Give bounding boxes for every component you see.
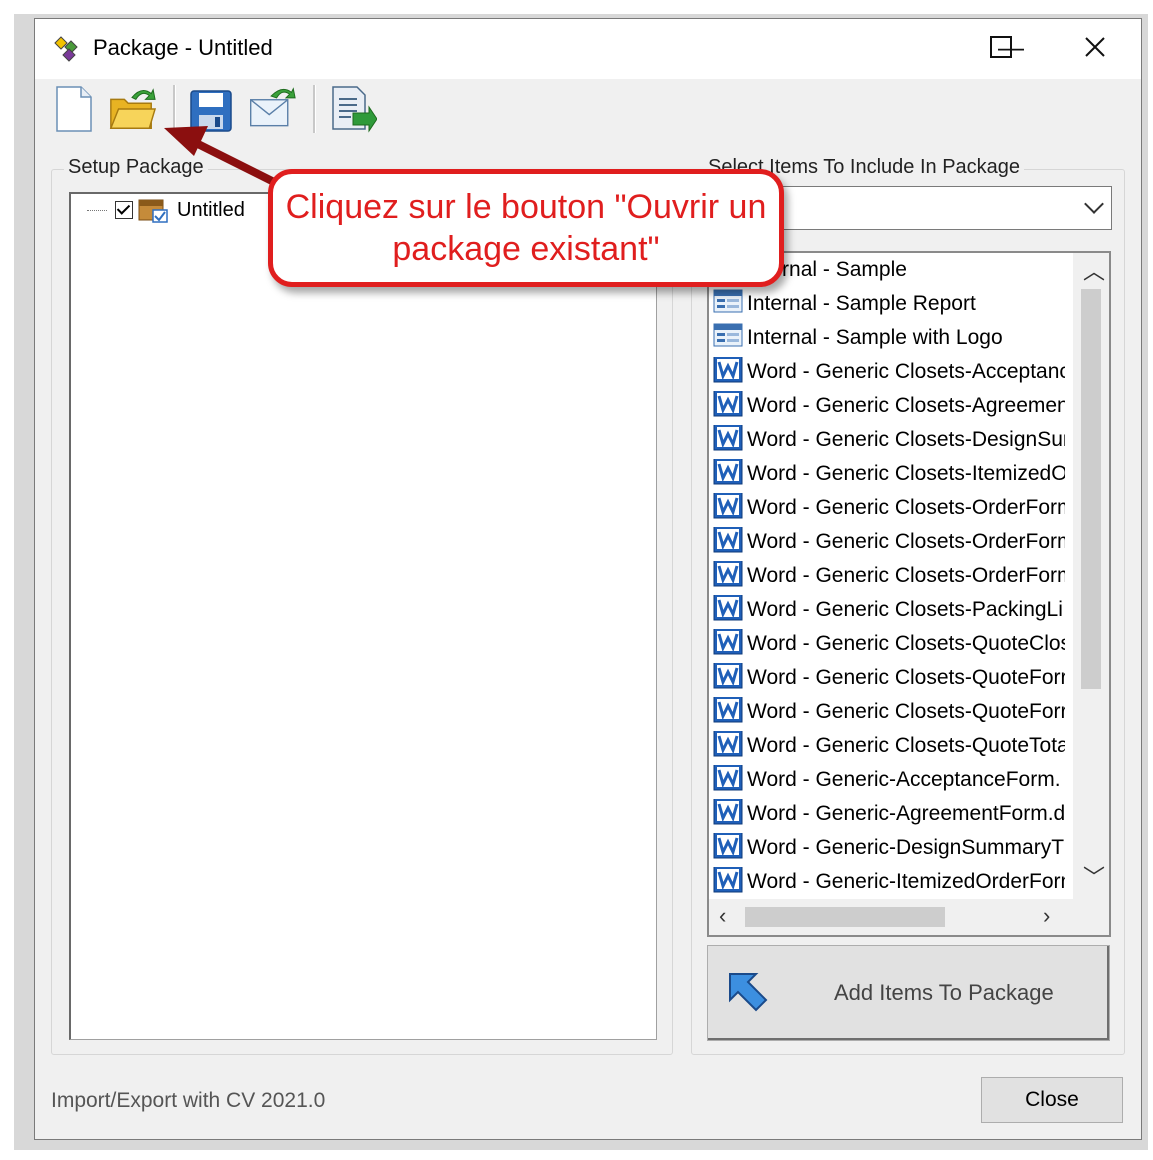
vertical-scrollbar[interactable]: ︿ ﹀	[1073, 253, 1109, 899]
add-items-button[interactable]: Add Items To Package	[707, 945, 1110, 1041]
annotation-callout: Cliquez sur le bouton "Ouvrir un package…	[268, 169, 784, 287]
list-item[interactable]: Word - Generic Closets-OrderForm	[713, 561, 1065, 591]
add-items-label: Add Items To Package	[834, 980, 1054, 1005]
list-item[interactable]: Word - Generic Closets-DesignSur	[713, 425, 1065, 455]
scroll-left-icon[interactable]: ‹	[719, 905, 726, 927]
list-item[interactable]: Word - Generic Closets-QuoteTota	[713, 731, 1065, 761]
word-icon	[713, 493, 743, 523]
list-item-label: Word - Generic Closets-OrderForm	[747, 496, 1065, 519]
list-item-label: Word - Generic Closets-QuoteTota	[747, 734, 1065, 757]
tree-connector	[87, 209, 107, 211]
list-item-label: Word - Generic-ItemizedOrderForn	[747, 870, 1065, 893]
word-icon	[713, 357, 743, 387]
list-item-label: Word - Generic Closets-Acceptanc	[747, 360, 1065, 383]
list-item[interactable]: Word - Generic-AcceptanceForm.	[713, 765, 1065, 795]
word-icon	[713, 765, 743, 795]
word-icon	[713, 867, 743, 897]
report-icon	[713, 289, 743, 319]
list-item[interactable]: Internal - Sample with Logo	[713, 323, 1065, 353]
window-title: Package - Untitled	[93, 35, 273, 60]
scroll-down-icon[interactable]: ﹀	[1083, 867, 1105, 889]
items-listbox[interactable]: Internal - Sample Internal - Sample Repor…	[707, 251, 1111, 937]
word-icon	[713, 391, 743, 421]
word-icon	[713, 425, 743, 455]
list-item-label: Internal - Sample Report	[747, 292, 976, 315]
word-icon	[713, 561, 743, 591]
new-package-button[interactable]	[51, 83, 101, 135]
list-item[interactable]: Word - Generic Closets-PackingLi	[713, 595, 1065, 625]
word-icon	[713, 459, 743, 489]
list-item-label: Word - Generic Closets-QuoteForr	[747, 700, 1065, 723]
tree-root-checkbox[interactable]	[115, 201, 133, 219]
list-item[interactable]: Word - Generic-DesignSummaryT	[713, 833, 1065, 863]
list-item-label: Word - Generic Closets-OrderForm	[747, 564, 1065, 587]
toolbar-separator	[313, 85, 316, 133]
report-icon	[713, 323, 743, 353]
list-item-label: Internal - Sample with Logo	[747, 326, 1003, 349]
scroll-up-icon[interactable]: ︿	[1083, 261, 1105, 283]
word-icon	[713, 731, 743, 761]
package-tree[interactable]: Untitled	[69, 192, 657, 1040]
list-item[interactable]: Word - Generic Closets-Acceptanc	[713, 357, 1065, 387]
status-text: Import/Export with CV 2021.0	[51, 1089, 326, 1112]
horizontal-scrollbar[interactable]: ‹ ›	[709, 899, 1109, 935]
horizontal-scroll-thumb[interactable]	[745, 907, 945, 927]
word-icon	[713, 799, 743, 829]
word-icon	[713, 595, 743, 625]
close-window-button[interactable]	[1065, 25, 1125, 69]
title-bar: Package - Untitled —	[35, 19, 1141, 79]
list-item[interactable]: Word - Generic Closets-ItemizedO	[713, 459, 1065, 489]
list-item-label: Word - Generic Closets-Agreemen	[747, 394, 1065, 417]
callout-text: Cliquez sur le bouton "Ouvrir un package…	[285, 187, 767, 269]
list-item-label: Word - Generic-AcceptanceForm.	[747, 768, 1061, 791]
list-item[interactable]: Internal - Sample Report	[713, 289, 1065, 319]
scroll-right-icon[interactable]: ›	[1043, 905, 1050, 927]
close-icon	[1085, 37, 1105, 57]
list-item-label: Word - Generic Closets-QuoteClos	[747, 632, 1065, 655]
list-item[interactable]: Word - Generic Closets-QuoteClos	[713, 629, 1065, 659]
export-package-button[interactable]	[327, 83, 377, 135]
word-icon	[713, 663, 743, 693]
list-item-label: Word - Generic Closets-PackingLi	[747, 598, 1063, 621]
list-item[interactable]: Word - Generic Closets-OrderForm	[713, 493, 1065, 523]
list-item[interactable]: Word - Generic Closets-QuoteForr	[713, 663, 1065, 693]
word-icon	[713, 697, 743, 727]
list-item[interactable]: Word - Generic Closets-Agreemen	[713, 391, 1065, 421]
maximize-button[interactable]	[971, 25, 1031, 69]
list-item-label: Word - Generic Closets-ItemizedO	[747, 462, 1065, 485]
list-item-label: Word - Generic-DesignSummaryT	[747, 836, 1065, 859]
list-item[interactable]: Word - Generic-AgreementForm.d	[713, 799, 1065, 829]
package-app-icon	[54, 36, 78, 62]
arrow-up-left-icon	[729, 973, 768, 1012]
close-button[interactable]: Close	[981, 1077, 1123, 1123]
vertical-scroll-thumb[interactable]	[1081, 289, 1101, 689]
list-item-label: Word - Generic Closets-QuoteForr	[747, 666, 1065, 689]
word-icon	[713, 833, 743, 863]
chevron-down-icon[interactable]	[1084, 194, 1104, 214]
list-item-label: Word - Generic Closets-OrderForm	[747, 530, 1065, 553]
list-item[interactable]: Word - Generic-ItemizedOrderForn	[713, 867, 1065, 897]
list-item[interactable]: Word - Generic Closets-OrderForm	[713, 527, 1065, 557]
word-icon	[713, 629, 743, 659]
list-item[interactable]: Word - Generic Closets-QuoteForr	[713, 697, 1065, 727]
list-item-label: Word - Generic Closets-DesignSur	[747, 428, 1065, 451]
word-icon	[713, 527, 743, 557]
list-item-label: Word - Generic-AgreementForm.d	[747, 802, 1065, 825]
maximize-icon	[990, 36, 1012, 58]
